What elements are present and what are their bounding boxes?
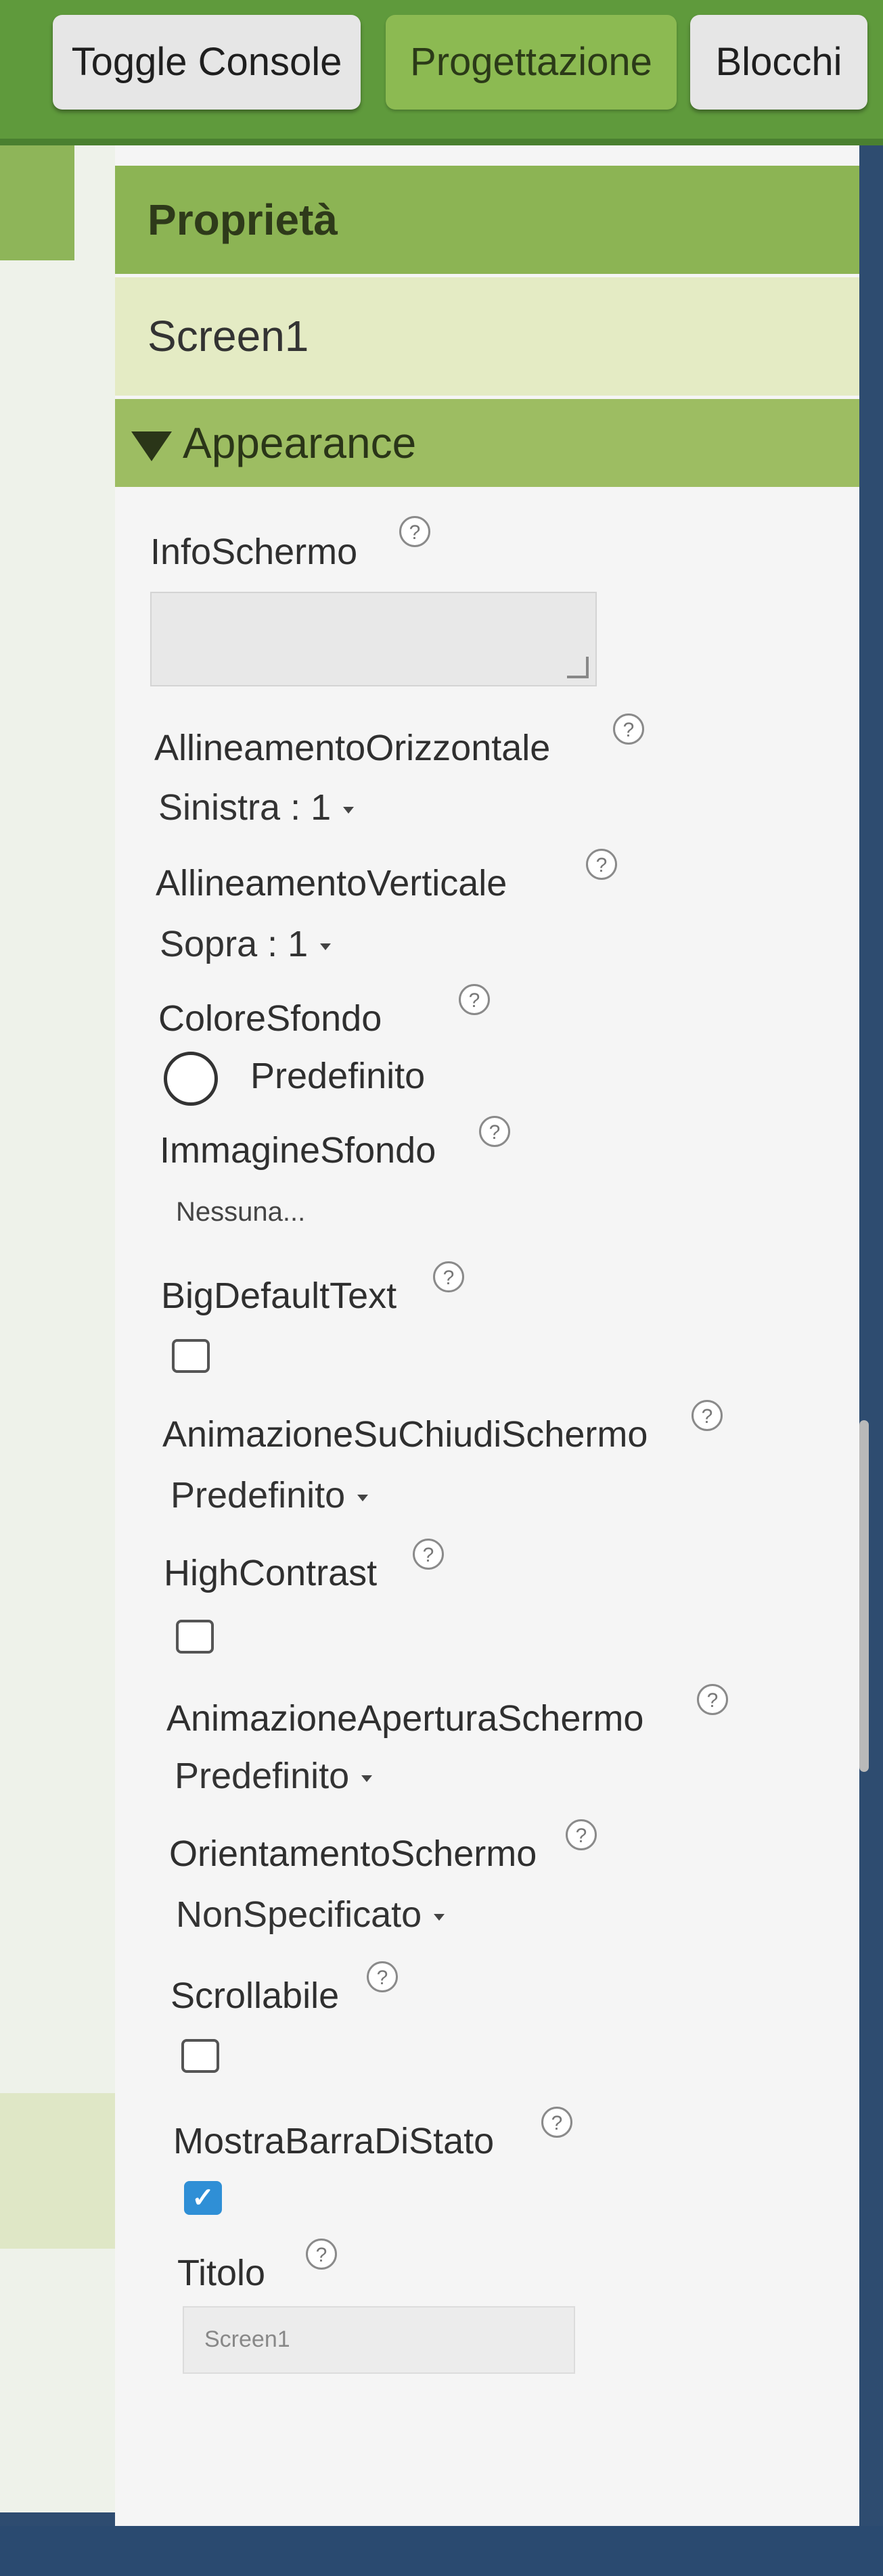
orientation-help-icon[interactable]: ? <box>566 1819 597 1850</box>
bgimage-label: ImmagineSfondo <box>160 1130 436 1171</box>
align-v-value: Sopra : 1 <box>160 924 309 964</box>
bigtext-label: BigDefaultText <box>161 1275 397 1316</box>
align-h-help-icon[interactable]: ? <box>613 713 644 745</box>
app-window: Toggle Console Progettazione Blocchi Pro… <box>0 0 883 2576</box>
properties-panel: Proprietà Screen1 Appearance InfoSchermo… <box>115 145 859 2526</box>
align-h-label: AllineamentoOrizzontale <box>154 728 551 768</box>
viewer-header <box>0 145 74 260</box>
align-h-value: Sinistra : 1 <box>158 787 332 828</box>
component-name: Screen1 <box>115 277 859 396</box>
bgcolor-help-icon[interactable]: ? <box>459 984 490 1015</box>
title-help-icon[interactable]: ? <box>306 2239 337 2270</box>
align-v-label: AllineamentoVerticale <box>156 863 507 904</box>
open-anim-label: AnimazioneAperturaSchermo <box>166 1698 644 1739</box>
align-v-dropdown[interactable]: Sopra : 1 <box>160 923 332 965</box>
design-button[interactable]: Progettazione <box>386 15 677 110</box>
checkmark-icon: ✓ <box>191 2183 214 2213</box>
appearance-group-header[interactable]: Appearance <box>115 399 859 487</box>
blocks-button[interactable]: Blocchi <box>690 15 867 110</box>
bgimage-help-icon[interactable]: ? <box>479 1116 510 1147</box>
contrast-help-icon[interactable]: ? <box>413 1539 444 1570</box>
viewer-selected-row <box>0 2093 115 2249</box>
top-toolbar: Toggle Console Progettazione Blocchi <box>0 0 883 145</box>
bgimage-picker[interactable]: Nessuna... <box>176 1197 305 1227</box>
orientation-label: OrientamentoSchermo <box>169 1833 537 1874</box>
collapse-triangle-icon <box>131 431 172 462</box>
bgcolor-swatch[interactable] <box>164 1052 218 1106</box>
bigtext-help-icon[interactable]: ? <box>433 1261 464 1292</box>
align-v-help-icon[interactable]: ? <box>586 849 617 880</box>
dropdown-caret-icon <box>320 943 332 950</box>
properties-scrollbar[interactable] <box>859 1420 869 1772</box>
bgcolor-value[interactable]: Predefinito <box>250 1055 425 1097</box>
info-textarea[interactable] <box>150 592 597 686</box>
group-label: Appearance <box>183 419 417 467</box>
statusbar-label: MostraBarraDiStato <box>173 2121 495 2161</box>
dropdown-caret-icon <box>361 1775 373 1782</box>
title-input-value: Screen1 <box>204 2326 290 2352</box>
resize-grip-icon[interactable] <box>567 657 589 678</box>
open-anim-value: Predefinito <box>175 1756 350 1796</box>
close-anim-dropdown[interactable]: Predefinito <box>171 1474 369 1516</box>
viewer-pane <box>0 145 115 2512</box>
scroll-checkbox[interactable] <box>181 2039 219 2073</box>
statusbar-checkbox[interactable]: ✓ <box>184 2181 222 2215</box>
open-anim-dropdown[interactable]: Predefinito <box>175 1755 373 1797</box>
info-help-icon[interactable]: ? <box>399 516 430 547</box>
toggle-console-button[interactable]: Toggle Console <box>53 15 361 110</box>
scroll-label: Scrollabile <box>171 1975 340 2016</box>
title-input[interactable]: Screen1 <box>183 2306 575 2374</box>
scroll-help-icon[interactable]: ? <box>367 1961 398 1992</box>
bgcolor-label: ColoreSfondo <box>158 998 382 1039</box>
open-anim-help-icon[interactable]: ? <box>697 1684 728 1715</box>
dropdown-caret-icon <box>434 1913 445 1921</box>
statusbar-help-icon[interactable]: ? <box>541 2107 572 2138</box>
close-anim-value: Predefinito <box>171 1475 346 1516</box>
align-h-dropdown[interactable]: Sinistra : 1 <box>158 787 355 828</box>
close-anim-help-icon[interactable]: ? <box>692 1400 723 1431</box>
orientation-dropdown[interactable]: NonSpecificato <box>176 1894 445 1936</box>
info-label: InfoSchermo <box>150 532 358 572</box>
orientation-value: NonSpecificato <box>176 1894 422 1935</box>
title-label: Titolo <box>177 2253 266 2293</box>
contrast-checkbox[interactable] <box>176 1620 214 1654</box>
contrast-label: HighContrast <box>164 1553 378 1593</box>
bigtext-checkbox[interactable] <box>172 1339 210 1373</box>
properties-title: Proprietà <box>115 166 859 274</box>
bottom-edge <box>0 2526 883 2576</box>
dropdown-caret-icon <box>343 806 355 814</box>
close-anim-label: AnimazioneSuChiudiSchermo <box>162 1414 648 1455</box>
dropdown-caret-icon <box>357 1494 369 1501</box>
